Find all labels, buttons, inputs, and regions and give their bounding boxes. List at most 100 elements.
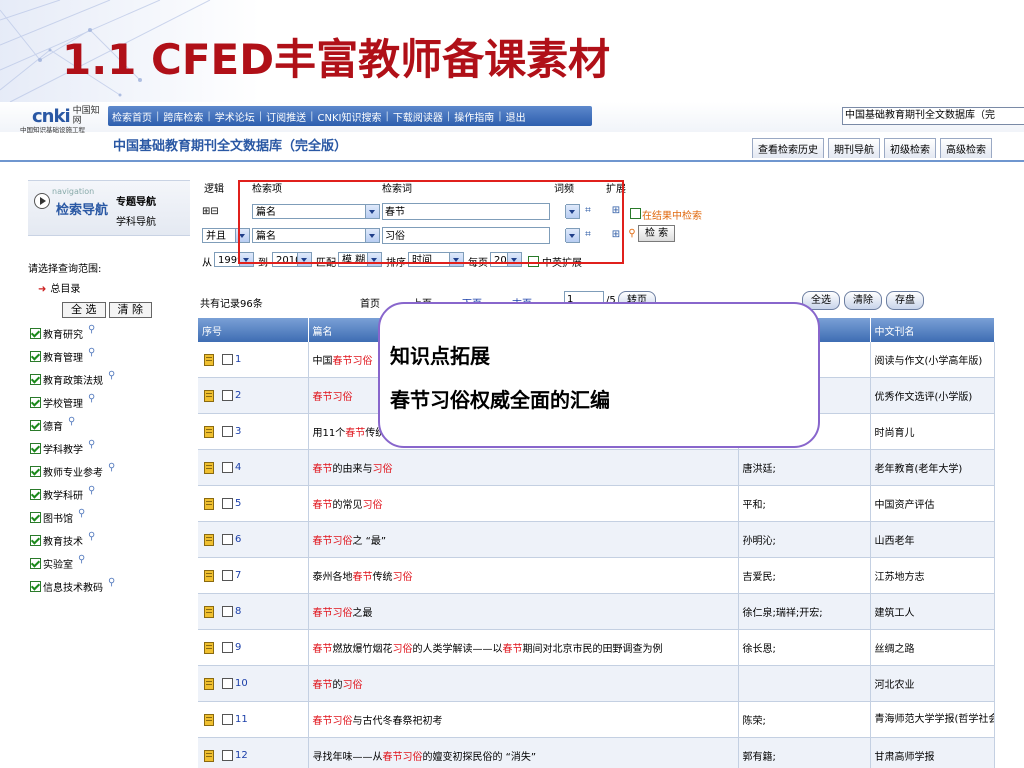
- cell-title[interactable]: 春节燃放爆竹烟花习俗的人类学解读——以春节期间对北京市民的田野调查为例: [308, 629, 739, 666]
- subject-nav-link[interactable]: 学科导航: [116, 213, 156, 228]
- category-item[interactable]: 德育 ⚲: [30, 414, 115, 437]
- clear-results-button[interactable]: 清除: [844, 291, 882, 310]
- document-icon[interactable]: [204, 425, 214, 438]
- cell-journal[interactable]: 河北农业: [870, 665, 995, 702]
- magnifier-icon[interactable]: ⚲: [68, 416, 75, 427]
- table-row[interactable]: 7 泰州各地春节传统习俗 吉爱民; 江苏地方志: [198, 557, 995, 594]
- cell-journal[interactable]: 甘肃高师学报: [870, 737, 995, 768]
- first-page-link[interactable]: 首页: [360, 295, 380, 310]
- category-item[interactable]: 图书馆 ⚲: [30, 506, 115, 529]
- checkbox[interactable]: [30, 328, 41, 339]
- checkbox[interactable]: [30, 420, 41, 431]
- row-checkbox[interactable]: [222, 354, 233, 365]
- checkbox[interactable]: [30, 558, 41, 569]
- row-checkbox[interactable]: [222, 462, 233, 473]
- cell-journal[interactable]: 青海师范大学学报(哲学社会科学版): [870, 701, 995, 738]
- document-icon[interactable]: [204, 353, 214, 366]
- topic-nav-link[interactable]: 专题导航: [116, 193, 156, 208]
- tab-search-history[interactable]: 查看检索历史: [752, 138, 824, 158]
- document-icon[interactable]: [204, 605, 214, 618]
- row-checkbox[interactable]: [222, 426, 233, 437]
- checkbox[interactable]: [30, 489, 41, 500]
- nav-download-reader[interactable]: 下载阅读器: [393, 109, 443, 124]
- category-item[interactable]: 教师专业参考 ⚲: [30, 460, 115, 483]
- column-header-number[interactable]: 序号: [198, 318, 309, 342]
- magnifier-icon[interactable]: ⚲: [88, 485, 95, 496]
- row-checkbox[interactable]: [222, 498, 233, 509]
- document-icon[interactable]: [204, 641, 214, 654]
- row-checkbox[interactable]: [222, 678, 233, 689]
- table-row[interactable]: 10 春节的习俗 河北农业: [198, 665, 995, 702]
- table-row[interactable]: 4 春节的由来与习俗 唐洪廷; 老年教育(老年大学): [198, 449, 995, 486]
- table-row[interactable]: 5 春节的常见习俗 平和; 中国资产评估: [198, 485, 995, 522]
- cell-journal[interactable]: 老年教育(老年大学): [870, 449, 995, 486]
- category-item[interactable]: 实验室 ⚲: [30, 552, 115, 575]
- in-results-checkbox[interactable]: [630, 208, 641, 219]
- cell-title[interactable]: 春节习俗与古代冬春祭祀初考: [308, 701, 739, 738]
- category-item[interactable]: 教育政策法规 ⚲: [30, 368, 115, 391]
- row-checkbox[interactable]: [222, 714, 233, 725]
- document-icon[interactable]: [204, 533, 214, 546]
- magnifier-icon[interactable]: ⚲: [88, 531, 95, 542]
- checkbox[interactable]: [30, 466, 41, 477]
- cell-journal[interactable]: 时尚育儿: [870, 413, 995, 450]
- table-row[interactable]: 9 春节燃放爆竹烟花习俗的人类学解读——以春节期间对北京市民的田野调查为例 徐长恩;…: [198, 629, 995, 666]
- cell-journal[interactable]: 阅读与作文(小学高年版): [870, 342, 995, 378]
- magnifier-icon[interactable]: ⚲: [78, 508, 85, 519]
- magnifier-icon[interactable]: ⚲: [88, 393, 95, 404]
- cell-journal[interactable]: 优秀作文选评(小学版): [870, 377, 995, 414]
- nav-logout[interactable]: 退出: [506, 109, 526, 124]
- nav-knowledge-search[interactable]: CNKI知识搜索: [318, 109, 382, 124]
- row-checkbox[interactable]: [222, 750, 233, 761]
- document-icon[interactable]: [204, 497, 214, 510]
- nav-search-home[interactable]: 检索首页: [112, 109, 152, 124]
- category-item[interactable]: 学校管理 ⚲: [30, 391, 115, 414]
- row-checkbox[interactable]: [222, 534, 233, 545]
- checkbox[interactable]: [30, 535, 41, 546]
- document-icon[interactable]: [204, 749, 214, 762]
- category-item[interactable]: 教育技术 ⚲: [30, 529, 115, 552]
- document-icon[interactable]: [204, 713, 214, 726]
- checkbox[interactable]: [30, 397, 41, 408]
- tab-basic-search[interactable]: 初级检索: [884, 138, 936, 158]
- magnifier-icon[interactable]: ⚲: [78, 554, 85, 565]
- tab-advanced-search[interactable]: 高级检索: [940, 138, 992, 158]
- play-icon[interactable]: [34, 193, 50, 209]
- search-button[interactable]: 检 索: [638, 225, 676, 242]
- document-icon[interactable]: [204, 461, 214, 474]
- cell-journal[interactable]: 山西老年: [870, 521, 995, 558]
- database-select[interactable]: 中国基础教育期刊全文数据库（完: [842, 107, 1024, 125]
- row-checkbox[interactable]: [222, 390, 233, 401]
- table-row[interactable]: 11春节习俗与古代冬春祭祀初考陈荣;青海师范大学学报(哲学社会科学版): [198, 701, 995, 738]
- nav-guide[interactable]: 操作指南: [454, 109, 494, 124]
- search-icon[interactable]: ⚲: [626, 228, 638, 240]
- cell-journal[interactable]: 中国资产评估: [870, 485, 995, 522]
- checkbox[interactable]: [30, 443, 41, 454]
- cell-title[interactable]: 春节的常见习俗: [308, 485, 739, 522]
- category-item[interactable]: 教育研究 ⚲: [30, 322, 115, 345]
- row-checkbox[interactable]: [222, 642, 233, 653]
- checkbox[interactable]: [30, 581, 41, 592]
- column-header-journal[interactable]: 中文刊名: [870, 318, 995, 342]
- checkbox[interactable]: [30, 374, 41, 385]
- checkbox[interactable]: [30, 351, 41, 362]
- table-row[interactable]: 8 春节习俗之最 徐仁泉;瑞祥;开宏; 建筑工人: [198, 593, 995, 630]
- nav-subscribe[interactable]: 订阅推送: [266, 109, 306, 124]
- clear-button[interactable]: 清 除: [108, 302, 152, 318]
- tab-journal-nav[interactable]: 期刊导航: [828, 138, 880, 158]
- cell-journal[interactable]: 丝绸之路: [870, 629, 995, 666]
- category-item[interactable]: 信息技术教码 ⚲: [30, 575, 115, 598]
- document-icon[interactable]: [204, 677, 214, 690]
- category-item[interactable]: 教育管理 ⚲: [30, 345, 115, 368]
- search-nav-label[interactable]: 检索导航: [56, 199, 108, 218]
- table-row[interactable]: 6 春节习俗之 “最” 孙明沁; 山西老年: [198, 521, 995, 558]
- cell-journal[interactable]: 建筑工人: [870, 593, 995, 630]
- category-item[interactable]: 教学科研 ⚲: [30, 483, 115, 506]
- select-all-button[interactable]: 全 选: [62, 302, 106, 318]
- magnifier-icon[interactable]: ⚲: [108, 370, 115, 381]
- row-checkbox[interactable]: [222, 570, 233, 581]
- nav-cross-db-search[interactable]: 跨库检索: [163, 109, 203, 124]
- cell-title[interactable]: 春节的由来与习俗: [308, 449, 739, 486]
- catalog-root[interactable]: ➜ 总目录: [38, 280, 80, 295]
- plus-minus-icon[interactable]: ⊞⊟: [202, 206, 219, 217]
